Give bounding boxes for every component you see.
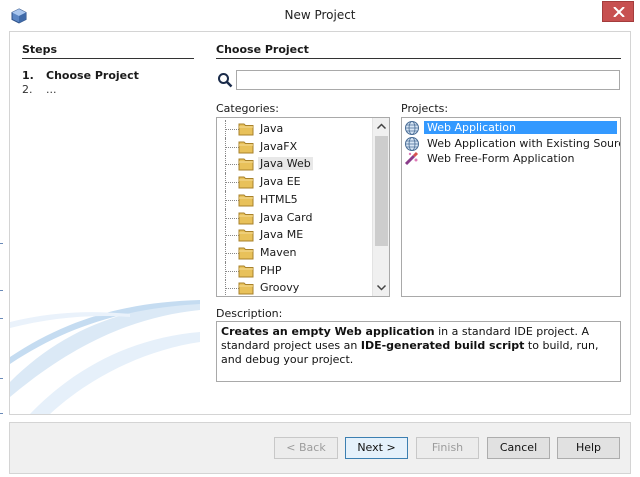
category-item[interactable]: Java ME (217, 226, 373, 245)
category-item[interactable]: Groovy (217, 279, 373, 296)
category-label: HTML5 (260, 192, 298, 206)
folder-icon (238, 121, 254, 137)
category-item[interactable]: Java Web (217, 155, 373, 174)
category-item[interactable]: PHP (217, 261, 373, 280)
projects-list[interactable]: Web Application Web Application with Exis… (401, 117, 621, 297)
background-window-edge (0, 28, 9, 477)
folder-icon (238, 263, 254, 279)
project-item[interactable]: Web Free-Form Application (402, 151, 620, 167)
category-item[interactable]: Java (217, 120, 373, 138)
step-label: ... (46, 83, 57, 96)
category-item[interactable]: Java EE (217, 173, 373, 192)
finish-button[interactable]: Finish (416, 437, 479, 459)
section-divider (216, 58, 621, 59)
category-label: Maven (260, 245, 297, 259)
folder-icon (238, 139, 254, 155)
steps-divider (22, 58, 194, 59)
folder-icon (238, 227, 254, 243)
back-button[interactable]: < Back (274, 437, 338, 459)
steps-heading: Steps (22, 43, 58, 56)
categories-scrollbar[interactable] (372, 118, 389, 296)
folder-icon (238, 280, 254, 296)
category-item[interactable]: JavaFX (217, 137, 373, 156)
close-icon (613, 7, 625, 17)
project-label: Web Application with Existing Sources (427, 136, 621, 150)
section-heading: Choose Project (216, 43, 309, 56)
category-item[interactable]: Maven (217, 243, 373, 262)
chevron-down-icon (376, 284, 387, 291)
project-label: Web Application (423, 120, 618, 135)
chevron-up-icon (376, 123, 387, 130)
choose-project-panel: Choose Project Categories: Projects: Jav… (216, 32, 628, 414)
category-item[interactable]: HTML5 (217, 190, 373, 209)
button-bar: < Back Next > Finish Cancel Help (9, 422, 631, 474)
category-label: Java (260, 122, 284, 135)
next-button[interactable]: Next > (345, 437, 408, 459)
steps-panel: Steps 1. Choose Project 2.... (10, 32, 206, 414)
category-label: JavaFX (260, 139, 298, 153)
category-label: Java EE (260, 175, 301, 189)
close-button[interactable] (602, 1, 634, 22)
folder-icon (238, 156, 254, 172)
step-label: Choose Project (46, 69, 139, 82)
project-item[interactable]: Web Application with Existing Sources (402, 136, 620, 152)
wand-icon (404, 151, 420, 167)
globe-icon (404, 120, 420, 136)
folder-icon (238, 174, 254, 190)
categories-label: Categories: (216, 102, 279, 115)
step-item-next: 2.... (22, 83, 57, 96)
category-label: PHP (260, 263, 282, 277)
title-bar: New Project (0, 0, 640, 30)
category-label: Groovy (260, 281, 300, 295)
categories-tree[interactable]: Java JavaFX Java Web Java EE HTML5 Java Card J… (216, 117, 390, 297)
new-project-window: New Project Steps 1. Choose Project 2.... (0, 0, 640, 477)
scroll-thumb[interactable] (375, 136, 388, 246)
description-bold-1: Creates an empty Web application (221, 325, 435, 338)
projects-label: Projects: (401, 102, 449, 115)
decorative-swoosh (10, 300, 200, 414)
category-item[interactable]: Java Card (217, 208, 373, 227)
search-icon (217, 72, 233, 88)
folder-icon (238, 210, 254, 226)
window-title: New Project (284, 8, 356, 22)
category-label: Java Card (260, 210, 313, 224)
project-item[interactable]: Web Application (402, 120, 620, 136)
folder-icon (238, 192, 254, 208)
wizard-panel: Steps 1. Choose Project 2.... Choose Proj… (9, 31, 631, 415)
help-button[interactable]: Help (557, 437, 620, 459)
category-label: Java Web (258, 157, 313, 171)
step-item-choose-project: 1. Choose Project (22, 69, 139, 82)
cancel-button[interactable]: Cancel (487, 437, 550, 459)
description-box: Creates an empty Web application in a st… (216, 321, 621, 382)
project-label: Web Free-Form Application (427, 152, 575, 165)
scroll-up-button[interactable] (373, 118, 389, 135)
folder-icon (238, 245, 254, 261)
scroll-down-button[interactable] (373, 279, 389, 296)
description-bold-2: IDE-generated build script (360, 339, 525, 352)
category-label: Java ME (260, 228, 304, 242)
step-number: 2. (22, 83, 33, 96)
globe-icon (404, 136, 420, 152)
description-label: Description: (216, 307, 283, 320)
step-number: 1. (22, 69, 34, 82)
search-input[interactable] (236, 70, 620, 90)
